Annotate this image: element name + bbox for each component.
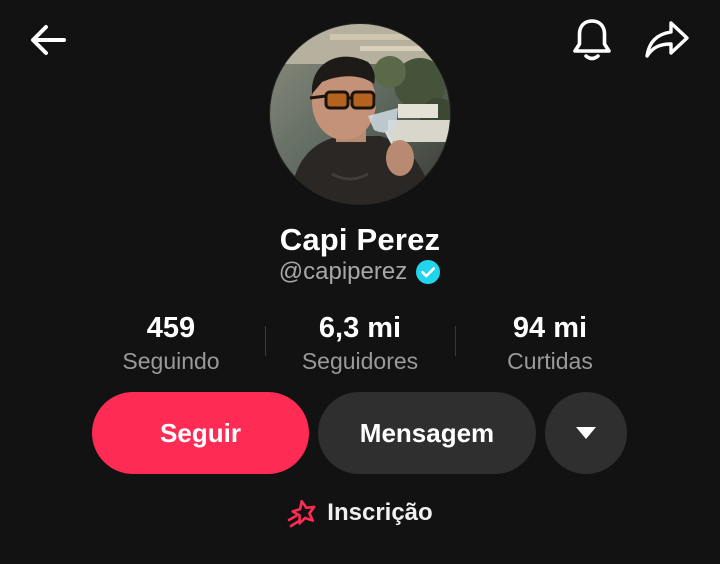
stat-following[interactable]: 459 Seguindo <box>76 310 266 376</box>
stat-likes-value: 94 mi <box>512 312 588 344</box>
verified-check-icon <box>416 260 441 284</box>
subscription-label: Inscrição <box>327 499 433 526</box>
share-button[interactable] <box>640 14 694 66</box>
bell-icon <box>573 19 611 61</box>
message-button[interactable]: Mensagem <box>318 392 536 474</box>
profile-handle: @capiperez <box>278 258 408 285</box>
notifications-button[interactable] <box>566 14 618 66</box>
stat-followers-value: 6,3 mi <box>318 312 402 344</box>
arrow-left-icon <box>31 25 66 55</box>
avatar-photo <box>270 24 450 204</box>
stat-followers-label: Seguidores <box>301 348 419 374</box>
star-icon <box>287 499 316 528</box>
more-options-button[interactable] <box>545 392 627 474</box>
follow-button[interactable]: Seguir <box>92 392 309 474</box>
stat-likes-label: Curtidas <box>507 348 593 374</box>
stat-following-value: 459 <box>146 312 196 344</box>
caret-down-icon <box>576 427 596 439</box>
profile-avatar[interactable] <box>270 24 450 204</box>
profile-stats: 459 Seguindo 6,3 mi Seguidores 94 mi Cur… <box>0 310 720 380</box>
subscription-link[interactable]: Inscrição <box>0 498 720 528</box>
stat-likes[interactable]: 94 mi Curtidas <box>455 310 645 376</box>
profile-handle-row: @capiperez <box>0 258 720 286</box>
share-arrow-icon <box>645 21 689 58</box>
profile-display-name: Capi Perez <box>279 222 441 257</box>
back-button[interactable] <box>22 14 74 66</box>
stat-following-label: Seguindo <box>122 348 220 374</box>
stat-followers[interactable]: 6,3 mi Seguidores <box>265 310 455 376</box>
